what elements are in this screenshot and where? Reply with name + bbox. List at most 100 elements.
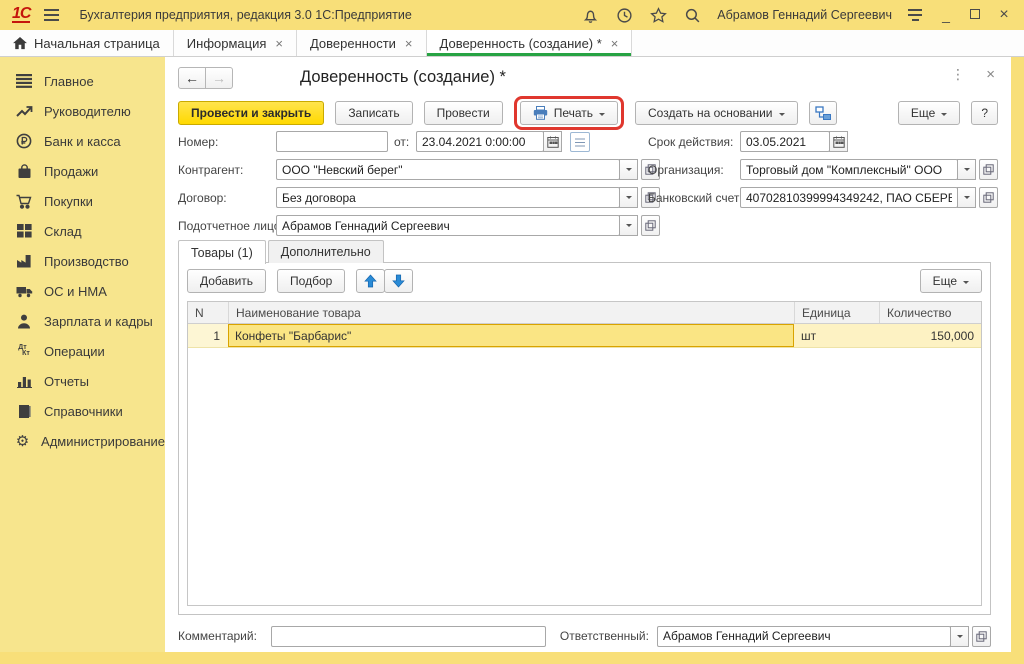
- search-icon[interactable]: [683, 6, 701, 24]
- print-button[interactable]: Печать: [520, 101, 618, 125]
- chevron-down-icon: [599, 113, 605, 119]
- column-header-n[interactable]: N: [188, 302, 228, 323]
- calendar-button[interactable]: [829, 131, 848, 152]
- current-user-name[interactable]: Абрамов Геннадий Сергеевич: [717, 8, 892, 22]
- dropdown-button[interactable]: [957, 159, 976, 180]
- quantity-cell[interactable]: 150,000: [879, 324, 981, 347]
- help-button[interactable]: ?: [971, 101, 998, 125]
- sidebar-item-production[interactable]: Производство: [0, 246, 165, 276]
- sidebar-item-operations[interactable]: Дт Кт Операции: [0, 336, 165, 366]
- maximize-button[interactable]: [970, 6, 980, 24]
- tab-additional[interactable]: Дополнительно: [268, 240, 384, 263]
- add-row-button[interactable]: Добавить: [187, 269, 266, 293]
- open-item-button[interactable]: [641, 215, 660, 236]
- responsible-input[interactable]: [657, 626, 951, 647]
- dropdown-button[interactable]: [619, 187, 638, 208]
- arrow-down-icon: [392, 274, 405, 288]
- move-row-down-button[interactable]: [384, 269, 413, 293]
- calendar-icon: [833, 136, 845, 148]
- dropdown-button[interactable]: [957, 187, 976, 208]
- menu-lines-icon: [15, 74, 33, 88]
- sidebar-item-fixed-assets[interactable]: ОС и НМА: [0, 276, 165, 306]
- column-header-name[interactable]: Наименование товара: [228, 302, 794, 323]
- dropdown-button[interactable]: [619, 159, 638, 180]
- sidebar-item-main[interactable]: Главное: [0, 66, 165, 96]
- sidebar-item-label: Продажи: [44, 164, 98, 179]
- sidebar-item-label: Отчеты: [44, 374, 89, 389]
- sidebar-item-administration[interactable]: ⚙ Администрирование: [0, 426, 165, 456]
- form-close-icon[interactable]: ×: [986, 66, 995, 83]
- sidebar-item-reports[interactable]: Отчеты: [0, 366, 165, 396]
- counterparty-input[interactable]: [276, 159, 620, 180]
- pick-button[interactable]: Подбор: [277, 269, 345, 293]
- organization-label: Организация:: [648, 163, 724, 177]
- close-tab-icon[interactable]: ×: [405, 36, 413, 51]
- item-name-cell[interactable]: Конфеты "Барбарис": [228, 324, 794, 347]
- chevron-down-icon: [964, 196, 970, 202]
- unit-cell[interactable]: шт: [794, 324, 879, 347]
- accountable-person-input[interactable]: [276, 215, 620, 236]
- comment-input[interactable]: [271, 626, 546, 647]
- favorites-star-icon[interactable]: [649, 6, 667, 24]
- number-input[interactable]: [276, 131, 388, 152]
- service-menu-icon[interactable]: [908, 9, 922, 21]
- sidebar-item-label: Главное: [44, 74, 94, 89]
- tab-information[interactable]: Информация ×: [174, 30, 297, 56]
- sidebar-item-salary-hr[interactable]: Зарплата и кадры: [0, 306, 165, 336]
- minimize-button[interactable]: _: [938, 7, 954, 23]
- date-input[interactable]: [416, 131, 544, 152]
- dropdown-button[interactable]: [950, 626, 969, 647]
- tab-label: Доверенность (создание) *: [440, 36, 602, 51]
- close-tab-icon[interactable]: ×: [611, 36, 619, 51]
- organization-input[interactable]: [740, 159, 958, 180]
- row-number-cell[interactable]: 1: [188, 324, 228, 347]
- close-window-button[interactable]: ×: [996, 7, 1012, 23]
- comment-label: Комментарий:: [178, 629, 257, 643]
- sidebar-item-label: Администрирование: [41, 434, 165, 449]
- nav-forward-button[interactable]: →: [205, 67, 233, 89]
- form-menu-kebab-icon[interactable]: ⋮: [951, 67, 965, 83]
- create-based-on-button[interactable]: Создать на основании: [635, 101, 798, 125]
- post-button[interactable]: Провести: [424, 101, 503, 125]
- valid-until-input[interactable]: [740, 131, 830, 152]
- open-journal-button[interactable]: [570, 132, 590, 152]
- move-row-up-button[interactable]: [356, 269, 385, 293]
- cart-icon: [15, 194, 33, 209]
- open-item-button[interactable]: [979, 187, 998, 208]
- close-tab-icon[interactable]: ×: [275, 36, 283, 51]
- person-icon: [15, 314, 33, 329]
- sidebar-item-warehouse[interactable]: Склад: [0, 216, 165, 246]
- sidebar-item-label: Справочники: [44, 404, 123, 419]
- form-more-button[interactable]: Еще: [898, 101, 960, 125]
- tab-goods[interactable]: Товары (1): [178, 240, 266, 264]
- column-header-unit[interactable]: Единица: [794, 302, 879, 323]
- bank-account-input[interactable]: [740, 187, 958, 208]
- post-and-close-button[interactable]: Провести и закрыть: [178, 101, 324, 125]
- tab-warrants-list[interactable]: Доверенности ×: [297, 30, 427, 56]
- column-header-qty[interactable]: Количество: [879, 302, 981, 323]
- tab-warrant-create[interactable]: Доверенность (создание) * ×: [427, 30, 633, 56]
- tab-home[interactable]: Начальная страница: [0, 30, 174, 56]
- sidebar-item-for-manager[interactable]: Руководителю: [0, 96, 165, 126]
- notifications-bell-icon[interactable]: [581, 6, 599, 24]
- nav-back-button[interactable]: ←: [178, 67, 206, 89]
- dropdown-button[interactable]: [619, 215, 638, 236]
- table-row[interactable]: 1 Конфеты "Барбарис" шт 150,000: [188, 324, 981, 348]
- save-button[interactable]: Записать: [335, 101, 412, 125]
- history-icon[interactable]: [615, 6, 633, 24]
- print-button-highlight: Печать: [514, 96, 624, 130]
- sidebar-item-directories[interactable]: Справочники: [0, 396, 165, 426]
- open-icon: [976, 631, 987, 642]
- contract-input[interactable]: [276, 187, 620, 208]
- calendar-button[interactable]: [543, 131, 562, 152]
- gear-icon: ⚙: [15, 434, 30, 449]
- main-menu-icon[interactable]: [44, 9, 59, 21]
- sidebar-item-bank-cash[interactable]: Банк и касса: [0, 126, 165, 156]
- open-item-button[interactable]: [979, 159, 998, 180]
- sidebar-item-sales[interactable]: Продажи: [0, 156, 165, 186]
- open-item-button[interactable]: [972, 626, 991, 647]
- goods-more-button[interactable]: Еще: [920, 269, 982, 293]
- sidebar-item-purchases[interactable]: Покупки: [0, 186, 165, 216]
- subordination-structure-button[interactable]: [809, 101, 837, 125]
- calendar-icon: [547, 136, 559, 148]
